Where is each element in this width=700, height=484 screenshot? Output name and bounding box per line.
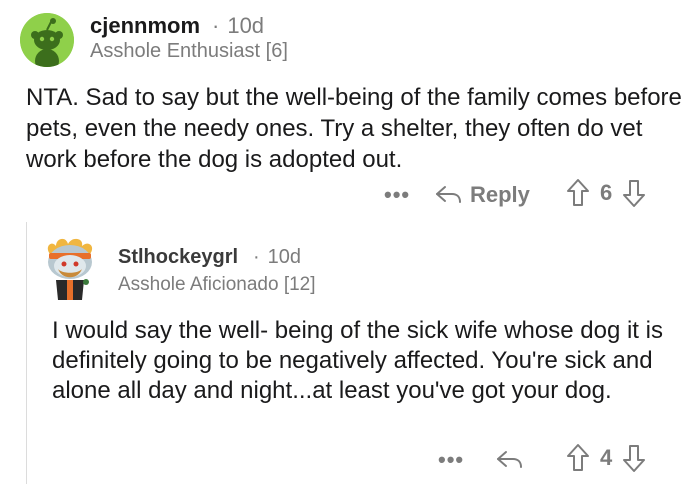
- comment-timestamp: · 10d: [212, 13, 264, 39]
- comment-actions: ••• Reply 6: [0, 175, 700, 215]
- avatar[interactable]: [42, 236, 100, 302]
- downvote-arrow-icon[interactable]: [622, 443, 646, 473]
- comment-body: NTA. Sad to say but the well-being of th…: [26, 84, 682, 173]
- upvote-arrow-icon[interactable]: [566, 178, 590, 208]
- snoo-avatar-icon: [20, 13, 74, 67]
- reply-label: Reply: [470, 182, 530, 207]
- comment-cjennmom: cjennmom · 10d Asshole Enthusiast [6] NTA…: [0, 0, 700, 215]
- user-flair: Asshole Aficionado [12]: [118, 274, 316, 295]
- comment-username[interactable]: Stlhockeygrl: [118, 246, 238, 269]
- vote-controls: 4: [566, 443, 646, 473]
- separator-dot: ·: [253, 246, 260, 268]
- reply-arrow-icon: [436, 186, 461, 203]
- downvote-arrow-icon[interactable]: [622, 178, 646, 208]
- user-flair: Asshole Enthusiast [6]: [90, 40, 288, 62]
- comment-body: I would say the well- being of the sick …: [52, 317, 663, 404]
- comment-actions: ••• 4: [0, 440, 700, 480]
- timestamp-value: 10d: [227, 13, 265, 38]
- comment-username[interactable]: cjennmom: [90, 13, 200, 39]
- separator-dot: ·: [212, 13, 220, 38]
- vote-count: 6: [600, 180, 613, 205]
- comment-timestamp: · 10d: [253, 246, 301, 269]
- reply-arrow-icon[interactable]: [495, 449, 523, 471]
- avatar[interactable]: [20, 13, 74, 67]
- reply-button[interactable]: Reply: [434, 178, 530, 212]
- vote-controls: 6: [566, 178, 646, 208]
- vote-count: 4: [600, 445, 613, 470]
- hockey-snoo-avatar-icon: [47, 238, 93, 300]
- timestamp-value: 10d: [267, 246, 302, 268]
- more-options-button[interactable]: •••: [438, 449, 464, 471]
- more-options-button[interactable]: •••: [384, 184, 410, 206]
- upvote-arrow-icon[interactable]: [566, 443, 590, 473]
- comment-thread: cjennmom · 10d Asshole Enthusiast [6] NTA…: [0, 0, 700, 484]
